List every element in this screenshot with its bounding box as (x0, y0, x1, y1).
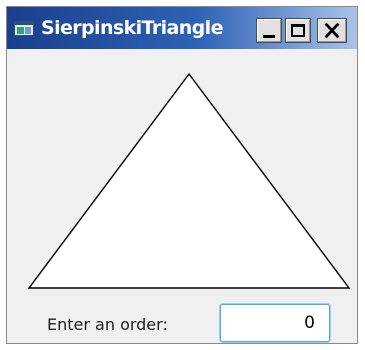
drawing-canvas (27, 72, 351, 289)
window-title: SierpinskiTriangle (41, 17, 223, 39)
sierpinski-triangle (27, 72, 351, 289)
minimize-icon (263, 35, 275, 38)
maximize-icon (291, 24, 305, 37)
title-bar[interactable]: SierpinskiTriangle (7, 7, 357, 49)
app-window: SierpinskiTriangle Enter an order: (6, 6, 358, 344)
maximize-button[interactable] (285, 18, 311, 43)
minimize-button[interactable] (256, 18, 282, 43)
order-label: Enter an order: (47, 315, 168, 334)
close-button[interactable] (317, 18, 347, 43)
close-icon (324, 22, 340, 39)
order-input[interactable] (220, 304, 330, 342)
app-window-icon (14, 21, 34, 36)
